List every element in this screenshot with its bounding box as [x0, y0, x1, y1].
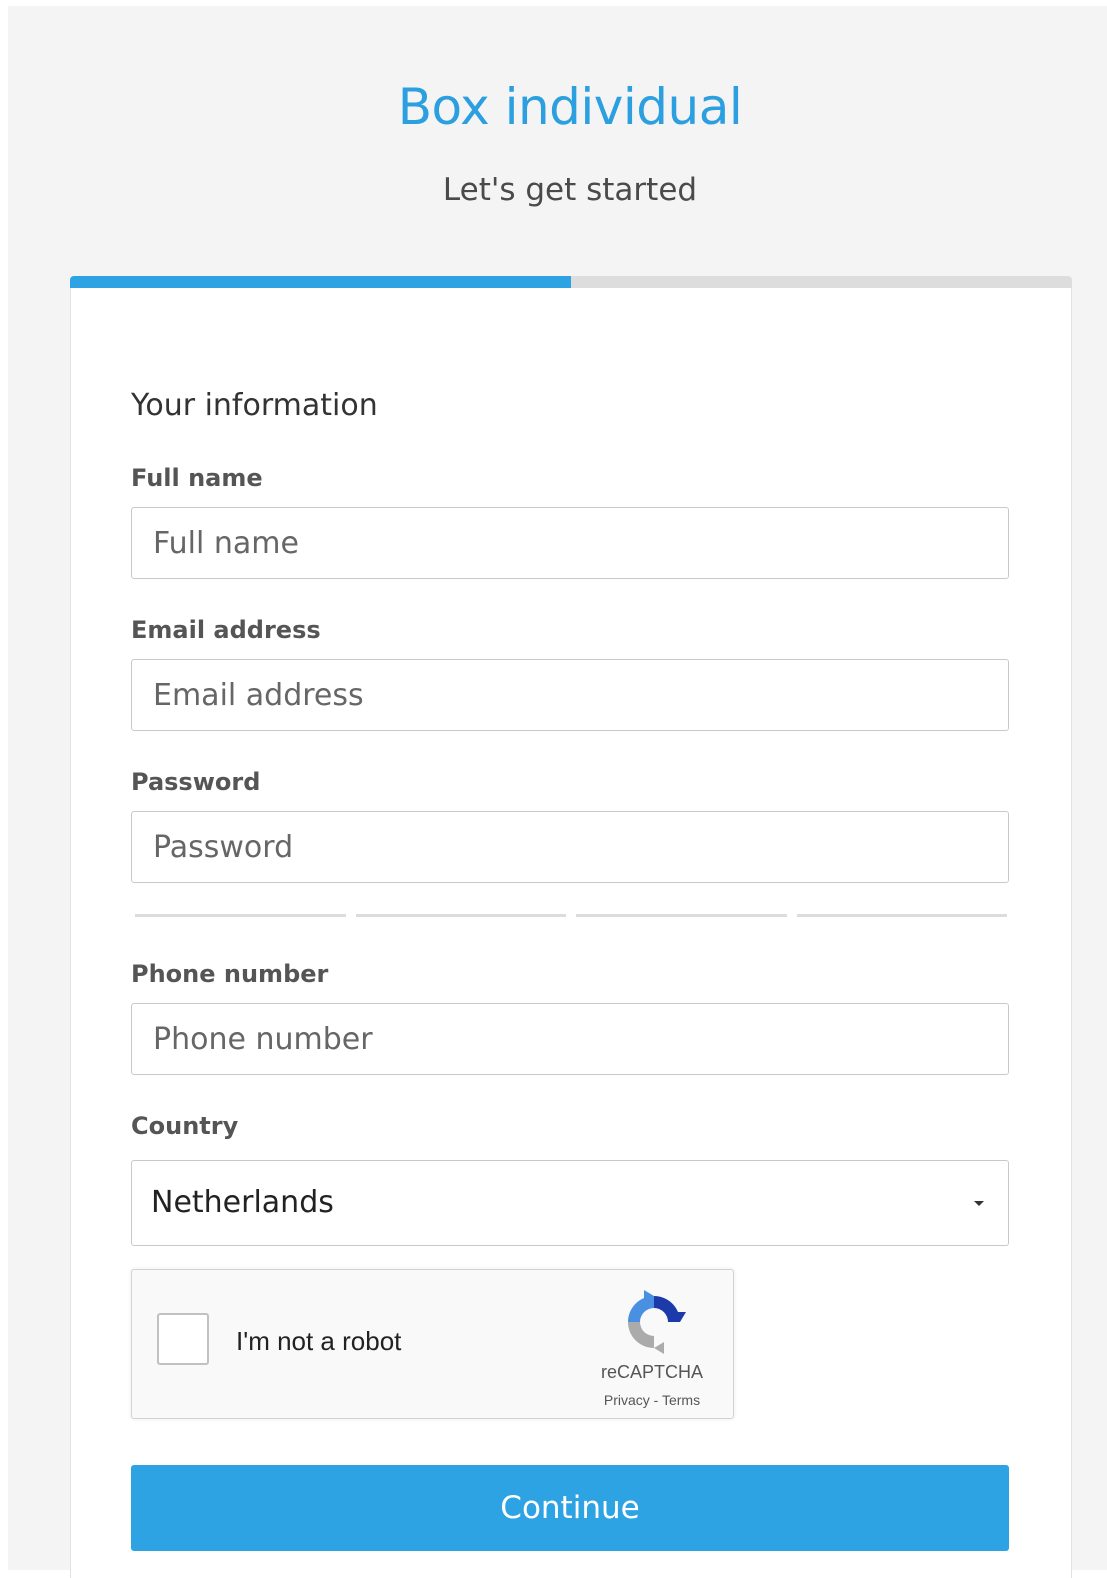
recaptcha-brand: reCAPTCHA	[600, 1362, 703, 1382]
password-strength-segment	[135, 914, 346, 917]
recaptcha-links: Privacy - Terms	[562, 1392, 742, 1408]
password-strength-segment	[796, 914, 1007, 917]
country-select-value: Netherlands	[151, 1185, 334, 1220]
recaptcha-checkbox[interactable]	[157, 1313, 209, 1365]
password-input[interactable]	[131, 811, 1009, 883]
email-input[interactable]	[131, 659, 1009, 731]
password-strength-segment	[355, 914, 566, 917]
phone-input[interactable]	[131, 1003, 1009, 1075]
progress-bar	[70, 276, 1072, 288]
progress-bar-fill	[70, 276, 571, 288]
phone-label: Phone number	[131, 960, 329, 988]
page-title: Box individual	[397, 78, 743, 136]
recaptcha-terms-link[interactable]: Terms	[662, 1392, 700, 1408]
recaptcha-widget: I'm not a robot reCAPTCHA Privacy - Term…	[131, 1269, 734, 1419]
full-name-label: Full name	[131, 464, 263, 492]
recaptcha-privacy-link[interactable]: Privacy	[604, 1392, 650, 1408]
page-background: Box individual Let's get started Your in…	[8, 6, 1107, 1578]
password-label: Password	[131, 768, 261, 796]
recaptcha-label: I'm not a robot	[236, 1326, 402, 1356]
full-name-input[interactable]	[131, 507, 1009, 579]
recaptcha-link-separator: -	[649, 1392, 662, 1408]
recaptcha-logo-icon	[628, 1290, 686, 1354]
section-title: Your information	[131, 388, 378, 423]
caret-down-icon	[974, 1201, 984, 1206]
password-strength-segment	[576, 914, 787, 917]
country-select[interactable]: Netherlands	[131, 1160, 1009, 1246]
country-label: Country	[131, 1112, 239, 1140]
password-strength-meter	[135, 914, 1007, 917]
continue-button[interactable]: Continue	[131, 1465, 1009, 1551]
signup-form-card: Your information Full name Email address…	[70, 288, 1072, 1578]
page-subtitle: Let's get started	[442, 172, 698, 208]
email-label: Email address	[131, 616, 321, 644]
